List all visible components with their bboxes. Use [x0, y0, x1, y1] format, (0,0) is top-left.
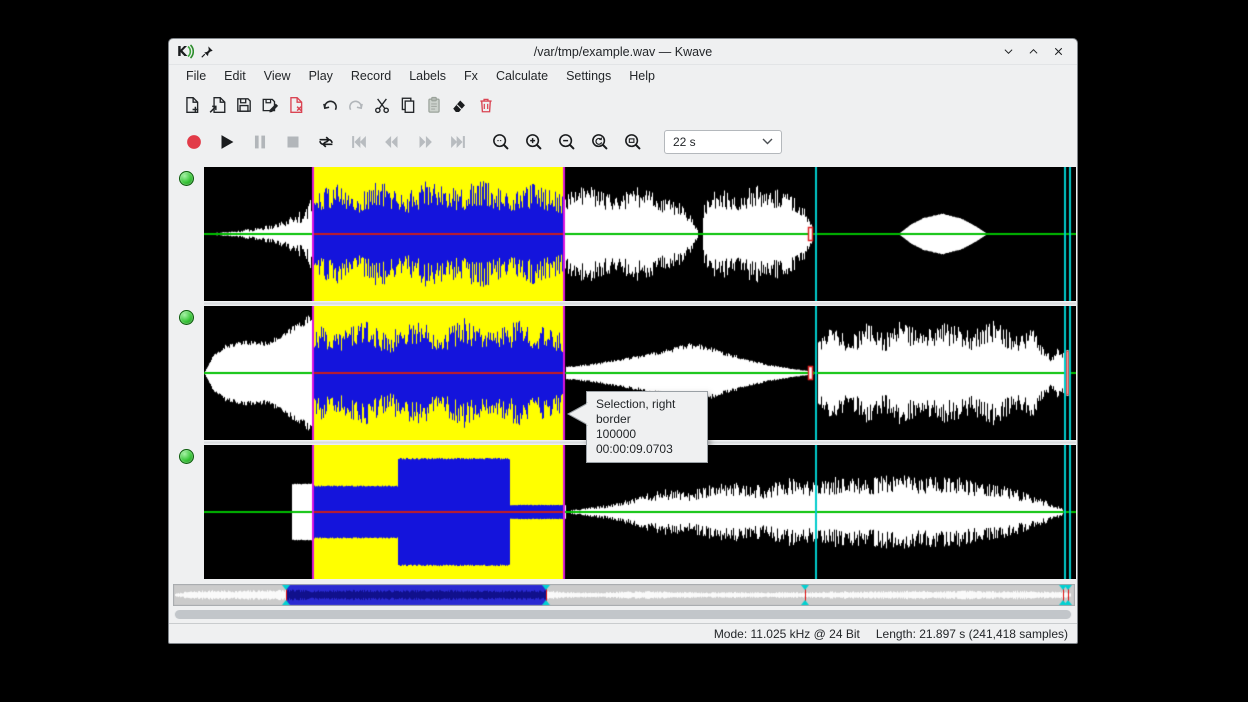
selection-tooltip: Selection, right border 100000 00:00:09.… [586, 391, 708, 463]
menu-item-fx[interactable]: Fx [455, 67, 487, 85]
trash-icon [477, 96, 495, 114]
track3-enable-led[interactable] [179, 449, 194, 464]
overview-bar[interactable] [173, 584, 1074, 606]
zoom-all-button[interactable] [621, 130, 645, 154]
eraser-icon [451, 96, 469, 114]
zoom-all-icon [622, 131, 644, 153]
tooltip-time: 00:00:09.0703 [596, 442, 698, 457]
redo-button[interactable] [345, 94, 367, 116]
copy-icon [399, 96, 417, 114]
file-toolbar [169, 87, 1077, 122]
undo-button[interactable] [319, 94, 341, 116]
zoom-out-icon [556, 131, 578, 153]
overview-waveform[interactable] [173, 584, 1075, 606]
loop-button[interactable] [314, 130, 338, 154]
track1-enable-led[interactable] [179, 171, 194, 186]
menu-item-help[interactable]: Help [620, 67, 664, 85]
close-button[interactable] [1049, 43, 1067, 61]
signal-view: Selection, right border 100000 00:00:09.… [169, 161, 1077, 583]
pause-icon [249, 131, 271, 153]
rewind-button[interactable] [380, 130, 404, 154]
copy-button[interactable] [397, 94, 419, 116]
zoom-level-select[interactable]: 22 s [664, 130, 782, 154]
play-button[interactable] [215, 130, 239, 154]
menu-item-calculate[interactable]: Calculate [487, 67, 557, 85]
menu-item-labels[interactable]: Labels [400, 67, 455, 85]
waveform-track-1[interactable] [204, 167, 1076, 301]
menu-item-play[interactable]: Play [300, 67, 342, 85]
record-button[interactable] [182, 130, 206, 154]
cut-button[interactable] [371, 94, 393, 116]
statusbar: Mode: 11.025 kHz @ 24 Bit Length: 21.897… [169, 623, 1077, 643]
pin-icon [200, 45, 214, 59]
zoom-level-value: 22 s [673, 135, 696, 149]
zoom-original-button[interactable] [588, 130, 612, 154]
menu-item-settings[interactable]: Settings [557, 67, 620, 85]
save-button[interactable] [233, 94, 255, 116]
forward-icon [414, 131, 436, 153]
skip-start-button[interactable] [347, 130, 371, 154]
titlebar[interactable]: K /var/tmp/example.wav — Kwave [169, 39, 1077, 65]
delete-button[interactable] [475, 94, 497, 116]
forward-button[interactable] [413, 130, 437, 154]
menu-item-view[interactable]: View [255, 67, 300, 85]
zoom-out-button[interactable] [555, 130, 579, 154]
open-file-icon [209, 96, 227, 114]
stop-icon [282, 131, 304, 153]
zoom-in-icon [523, 131, 545, 153]
kwave-window: K /var/tmp/example.wav — Kwave [168, 38, 1078, 644]
menu-item-record[interactable]: Record [342, 67, 400, 85]
tooltip-arrow [567, 398, 588, 430]
stop-button[interactable] [281, 130, 305, 154]
track2-enable-led[interactable] [179, 310, 194, 325]
menu-item-edit[interactable]: Edit [215, 67, 255, 85]
waveform-track-3[interactable] [204, 445, 1076, 579]
kwave-app-icon: K [177, 44, 194, 59]
new-file-button[interactable] [181, 94, 203, 116]
paste-icon [425, 96, 443, 114]
horizontal-scrollbar[interactable] [174, 610, 1072, 619]
zoom-in-button[interactable] [522, 130, 546, 154]
menu-item-file[interactable]: File [177, 67, 215, 85]
new-file-icon [183, 96, 201, 114]
window-title: /var/tmp/example.wav — Kwave [169, 45, 1077, 59]
menubar: File Edit View Play Record Labels Fx Cal… [169, 65, 1077, 87]
save-icon [235, 96, 253, 114]
pause-button[interactable] [248, 130, 272, 154]
zoom-selection-button[interactable] [489, 130, 513, 154]
save-as-button[interactable] [259, 94, 281, 116]
maximize-button[interactable] [1024, 43, 1042, 61]
redo-icon [347, 96, 365, 114]
undo-icon [321, 96, 339, 114]
desktop-background: { "window": { "title": "/var/tmp/example… [0, 0, 1248, 702]
open-file-button[interactable] [207, 94, 229, 116]
status-length: Length: 21.897 s (241,418 samples) [876, 627, 1068, 641]
loop-icon [315, 131, 337, 153]
paste-button[interactable] [423, 94, 445, 116]
skip-start-icon [348, 131, 370, 153]
tooltip-title: Selection, right border [596, 397, 698, 427]
signal-area: Selection, right border 100000 00:00:09.… [204, 161, 1079, 583]
track-controls-panel [169, 161, 204, 583]
rewind-icon [381, 131, 403, 153]
zoom-selection-icon [490, 131, 512, 153]
close-file-button[interactable] [285, 94, 307, 116]
chevron-down-icon [762, 138, 773, 145]
skip-end-button[interactable] [446, 130, 470, 154]
save-as-icon [261, 96, 279, 114]
minimize-button[interactable] [999, 43, 1017, 61]
cut-icon [373, 96, 391, 114]
svg-text:K: K [177, 45, 188, 59]
skip-end-icon [447, 131, 469, 153]
playback-toolbar: 22 s [169, 122, 1077, 161]
eraser-button[interactable] [449, 94, 471, 116]
play-icon [216, 131, 238, 153]
close-file-icon [287, 96, 305, 114]
tooltip-sample: 100000 [596, 427, 698, 442]
zoom-original-icon [589, 131, 611, 153]
scrollbar-thumb[interactable] [175, 610, 1071, 619]
record-icon [183, 131, 205, 153]
status-mode: Mode: 11.025 kHz @ 24 Bit [714, 627, 860, 641]
